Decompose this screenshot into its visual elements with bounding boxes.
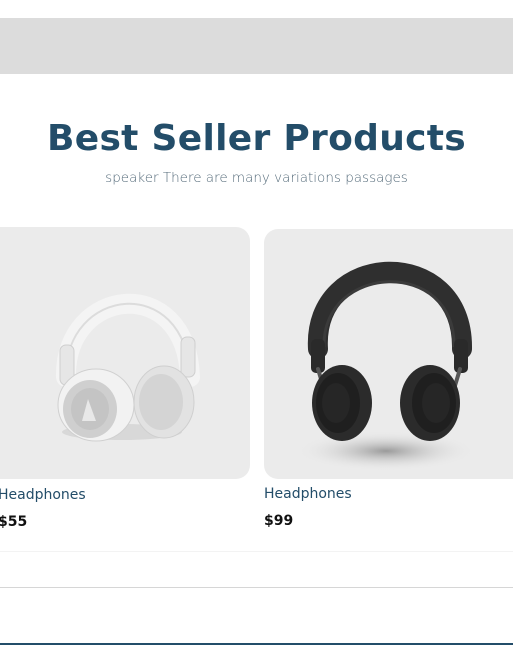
product-name[interactable]: Headphones: [264, 486, 352, 502]
section-title: Best Seller Products: [47, 118, 466, 159]
product-card-1[interactable]: [0, 227, 250, 479]
product-card-2[interactable]: [264, 229, 513, 479]
white-headphones-image: [55, 293, 200, 442]
divider: [0, 551, 513, 552]
black-headphones-image: [296, 261, 476, 471]
top-banner: [0, 18, 513, 74]
divider: [0, 587, 513, 588]
product-price: $99: [264, 513, 294, 529]
section-subtitle: speaker There are many variations passag…: [105, 170, 408, 186]
product-name[interactable]: Headphones: [0, 487, 86, 503]
product-price: $55: [0, 514, 28, 530]
